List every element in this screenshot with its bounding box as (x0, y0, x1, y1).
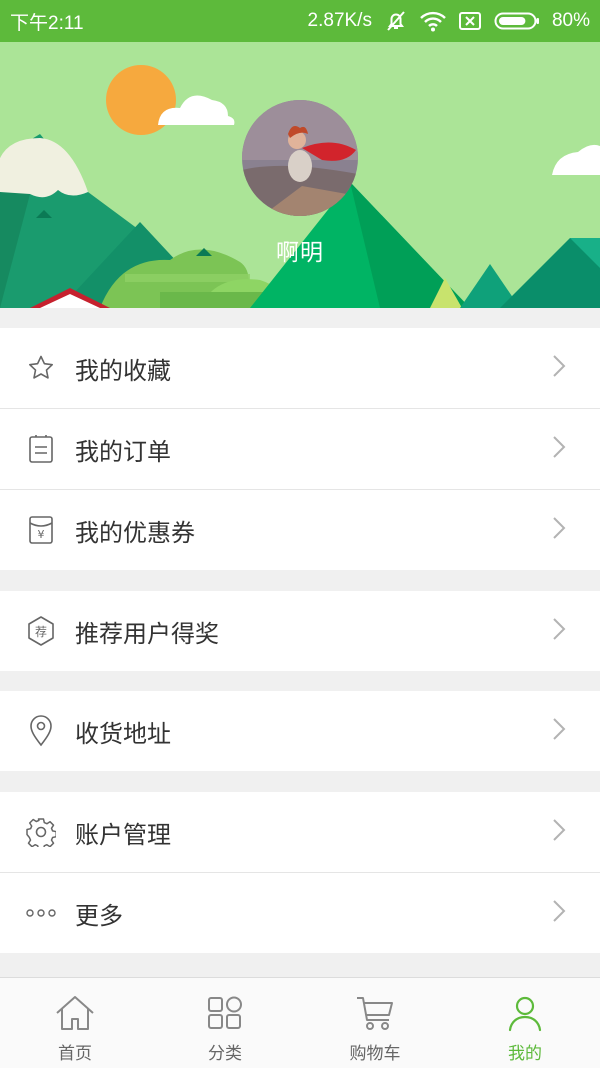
tab-label: 购物车 (349, 1044, 401, 1064)
chevron-right-icon (552, 435, 566, 463)
menu-item-more[interactable]: 更多 (0, 872, 600, 953)
username: 啊明 (276, 240, 324, 266)
bottom-tab-bar: 首页 分类 购物车 我的 (0, 977, 600, 1068)
coupon-icon-glyph: ¥ (37, 527, 45, 541)
battery-icon (494, 10, 540, 32)
referral-hexagon-icon: 荐 (26, 616, 56, 646)
tab-category[interactable]: 分类 (150, 978, 300, 1068)
menu-label: 我的订单 (75, 437, 171, 466)
chevron-right-icon (552, 717, 566, 745)
menu-item-orders[interactable]: 我的订单 (0, 408, 600, 489)
menu-group-address: 收货地址 (0, 691, 600, 771)
menu-group-settings: 账户管理 更多 (0, 792, 600, 953)
star-icon (26, 353, 56, 383)
tab-home[interactable]: 首页 (0, 978, 150, 1068)
status-icons: 2.87K/s 80% (308, 9, 590, 33)
mute-icon (384, 9, 408, 33)
battery-percent: 80% (551, 10, 590, 31)
referral-icon-glyph: 荐 (34, 624, 47, 639)
menu-label: 收货地址 (75, 719, 171, 748)
wifi-icon (420, 10, 446, 32)
shopping-cart-icon (355, 994, 395, 1036)
menu-item-address[interactable]: 收货地址 (0, 691, 600, 771)
menu-label: 推荐用户得奖 (75, 619, 219, 648)
avatar[interactable] (242, 100, 358, 216)
menu-item-referral[interactable]: 荐 推荐用户得奖 (0, 591, 600, 671)
menu-group-referral: 荐 推荐用户得奖 (0, 591, 600, 671)
chevron-right-icon (552, 899, 566, 927)
chevron-right-icon (552, 354, 566, 382)
tab-label: 我的 (508, 1044, 542, 1064)
chevron-right-icon (552, 818, 566, 846)
tab-mine[interactable]: 我的 (450, 978, 600, 1068)
coupon-icon: ¥ (26, 515, 56, 545)
menu-item-account[interactable]: 账户管理 (0, 792, 600, 872)
menu-item-favorites[interactable]: 我的收藏 (0, 328, 600, 408)
tab-label: 首页 (58, 1044, 92, 1064)
user-icon (506, 994, 544, 1036)
menu-item-coupons[interactable]: ¥ 我的优惠券 (0, 489, 600, 570)
status-time: 下午2:11 (10, 12, 84, 34)
chevron-right-icon (552, 516, 566, 544)
tab-cart[interactable]: 购物车 (300, 978, 450, 1068)
chevron-right-icon (552, 617, 566, 645)
category-grid-icon (206, 994, 244, 1036)
gear-icon (26, 817, 56, 847)
avatar-image (242, 100, 358, 216)
network-speed: 2.87K/s (307, 10, 372, 31)
menu-label: 更多 (75, 901, 123, 930)
status-bar: 下午2:11 2.87K/s 80% (0, 0, 600, 42)
menu-label: 我的优惠券 (75, 518, 195, 547)
profile-header: 啊明 (0, 42, 600, 308)
menu-group-orders: 我的收藏 我的订单 ¥ 我的优惠券 (0, 328, 600, 570)
order-list-icon (26, 434, 56, 464)
menu-label: 账户管理 (75, 820, 171, 849)
tab-label: 分类 (208, 1044, 242, 1064)
menu-label: 我的收藏 (75, 356, 171, 385)
no-sim-icon (458, 10, 482, 32)
home-icon (54, 994, 96, 1036)
location-pin-icon (26, 715, 56, 747)
more-dots-icon (26, 898, 56, 928)
